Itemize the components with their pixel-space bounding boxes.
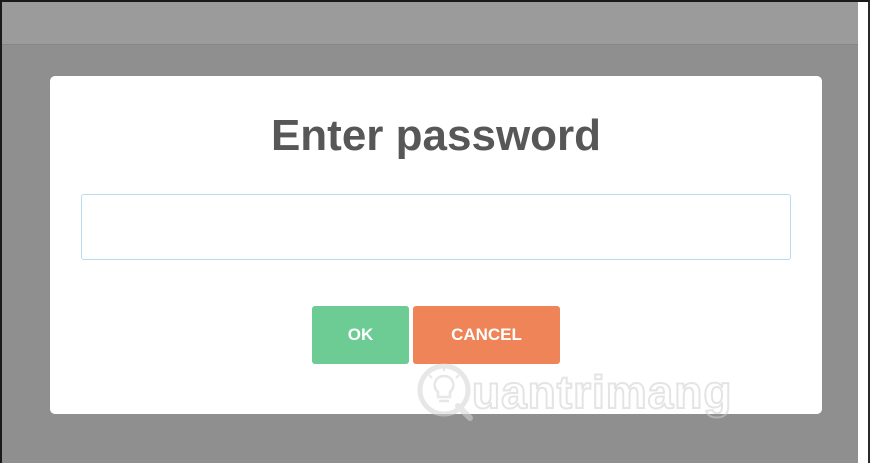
password-input[interactable] — [81, 194, 791, 260]
dimmed-top-bar — [2, 2, 860, 45]
page-edge-strip — [858, 2, 868, 463]
cancel-button[interactable]: CANCEL — [413, 306, 560, 364]
password-dialog: Enter password OK CANCEL — [50, 76, 822, 414]
dialog-title: Enter password — [270, 111, 602, 160]
screen-frame: Enter password OK CANCEL uantrimang — [0, 0, 870, 463]
ok-button[interactable]: OK — [312, 306, 409, 364]
